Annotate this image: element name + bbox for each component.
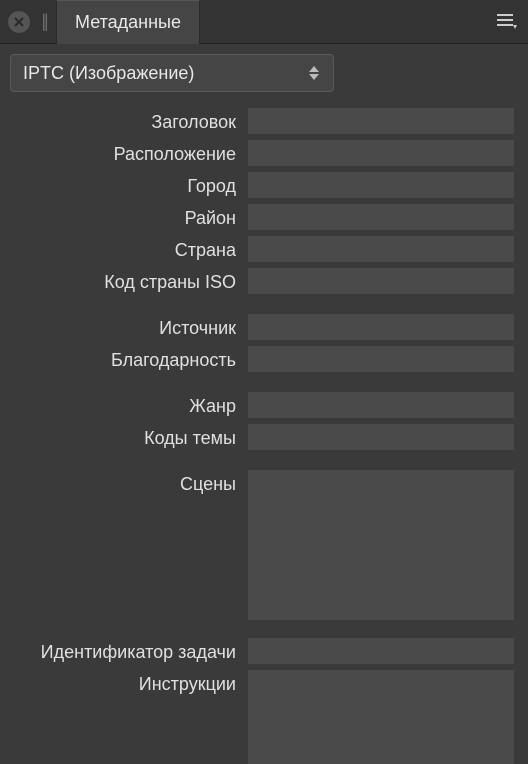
form-row: Расположение — [8, 140, 514, 168]
list-menu-icon[interactable] — [496, 10, 518, 32]
field-label: Инструкции — [8, 670, 248, 698]
field-label: Район — [8, 204, 248, 232]
field-input[interactable] — [248, 172, 514, 198]
field-input[interactable] — [248, 470, 514, 620]
tab-label: Метаданные — [75, 12, 181, 33]
panel-header: || Метаданные — [0, 0, 528, 44]
metadata-form: Заголовок Расположение Город Район Страна Код… — [0, 104, 528, 764]
field-label: Коды темы — [8, 424, 248, 452]
field-label: Идентификатор задачи — [8, 638, 248, 666]
dropdown-stepper-icon — [309, 55, 323, 91]
form-row: Код страны ISO — [8, 268, 514, 296]
field-input[interactable] — [248, 204, 514, 230]
field-label: Сцены — [8, 470, 248, 498]
field-input[interactable] — [248, 638, 514, 664]
field-label: Источник — [8, 314, 248, 342]
form-row: Страна — [8, 236, 514, 264]
field-label: Страна — [8, 236, 248, 264]
form-row: Коды темы — [8, 424, 514, 452]
field-label: Благодарность — [8, 346, 248, 374]
field-group: Сцены — [8, 470, 514, 624]
field-group: Заголовок Расположение Город Район Страна Код… — [8, 108, 514, 300]
form-row: Сцены — [8, 470, 514, 620]
field-input[interactable] — [248, 670, 514, 764]
field-input[interactable] — [248, 346, 514, 372]
field-input[interactable] — [248, 140, 514, 166]
field-group: Жанр Коды темы — [8, 392, 514, 456]
field-input[interactable] — [248, 392, 514, 418]
field-label: Жанр — [8, 392, 248, 420]
form-row: Источник — [8, 314, 514, 342]
form-row: Идентификатор задачи — [8, 638, 514, 666]
field-input[interactable] — [248, 268, 514, 294]
dropdown-selected-label: IPTC (Изображение) — [23, 63, 194, 84]
metadata-set-dropdown[interactable]: IPTC (Изображение) — [10, 54, 334, 92]
tab-metadata[interactable]: Метаданные — [56, 0, 200, 44]
form-row: Район — [8, 204, 514, 232]
field-group: Идентификатор задачи Инструкции — [8, 638, 514, 764]
form-row: Город — [8, 172, 514, 200]
form-row: Благодарность — [8, 346, 514, 374]
field-input[interactable] — [248, 236, 514, 262]
field-label: Код страны ISO — [8, 268, 248, 296]
field-label: Город — [8, 172, 248, 200]
drag-handle-icon[interactable]: || — [40, 11, 48, 32]
dropdown-row: IPTC (Изображение) — [0, 44, 528, 104]
form-row: Жанр — [8, 392, 514, 420]
close-icon[interactable] — [8, 11, 30, 33]
field-label: Расположение — [8, 140, 248, 168]
field-input[interactable] — [248, 314, 514, 340]
form-row: Инструкции — [8, 670, 514, 764]
field-group: Источник Благодарность — [8, 314, 514, 378]
field-input[interactable] — [248, 108, 514, 134]
field-input[interactable] — [248, 424, 514, 450]
form-row: Заголовок — [8, 108, 514, 136]
field-label: Заголовок — [8, 108, 248, 136]
